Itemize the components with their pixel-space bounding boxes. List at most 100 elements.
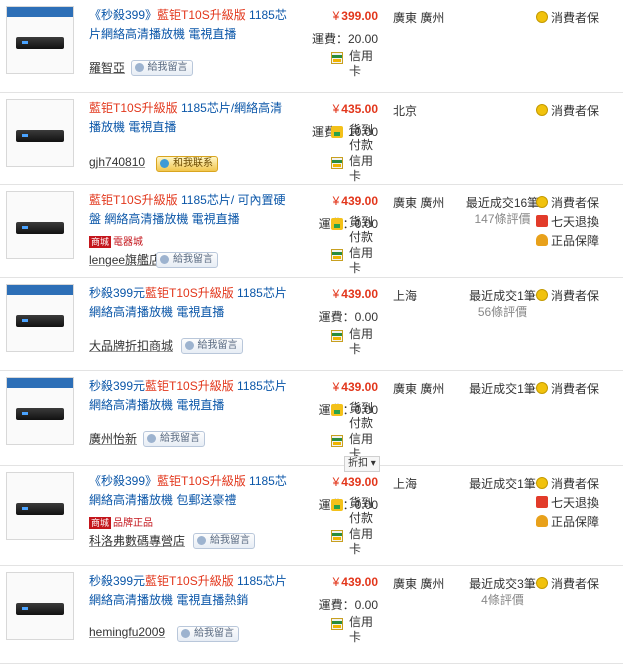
product-thumbnail[interactable] <box>6 377 74 445</box>
consumer-protection: 消費者保 <box>536 9 599 26</box>
price-value: 435.00 <box>341 102 378 116</box>
mall-badge: 商城 電器城 <box>89 233 143 248</box>
recent-sales: 最近成交1筆 <box>469 382 536 396</box>
title-text: 秒殺399元 <box>89 379 146 393</box>
title-highlight: 藍钜T10S升級版 <box>89 101 178 115</box>
credit-card-label: 信用卡 <box>349 327 374 356</box>
media-player-image <box>16 222 64 234</box>
credit-card-icon <box>331 249 343 261</box>
product-thumbnail[interactable] <box>6 6 74 74</box>
product-title-link[interactable]: 秒殺399元藍钜T10S升級版 1185芯片 網絡高清播放機 電視直播 <box>89 377 294 415</box>
thumbnail-banner <box>7 285 73 295</box>
product-title-link[interactable]: 秒殺399元藍钜T10S升級版 1185芯片 網絡高清播放機 電視直播熱銷 <box>89 572 294 610</box>
consumer-protection: 消費者保 <box>536 287 599 304</box>
currency-symbol: ¥ <box>332 102 340 116</box>
currency-symbol: ¥ <box>332 380 340 394</box>
service-label: 消費者保 <box>551 104 600 118</box>
media-player-image <box>16 603 64 615</box>
media-player-image <box>16 315 64 327</box>
leave-message-button[interactable]: 給我留言 <box>143 431 205 447</box>
mall-badge-label: 電器城 <box>113 237 144 248</box>
shipping-fee: 運費：20.00 <box>311 32 378 46</box>
title-highlight: 藍钜T10S升級版 <box>145 574 234 588</box>
contact-me-button[interactable]: 和我联系 <box>156 156 218 172</box>
listing-row: 藍钜T10S升級版 1185芯片/ 可內置硬盤 網絡高清播放機 電視直播商城 電器… <box>0 185 623 278</box>
title-text: 《秒殺399》 <box>89 8 158 22</box>
title-text: 《秒殺399》 <box>89 474 158 488</box>
product-thumbnail[interactable] <box>6 191 74 259</box>
seller-name-link[interactable]: 羅智亞 <box>89 59 125 76</box>
credit-card-label: 信用卡 <box>349 615 374 644</box>
media-player-image <box>16 503 64 515</box>
title-highlight: 藍钜T10S升級版 <box>157 474 246 488</box>
leave-message-button[interactable]: 給我留言 <box>180 338 243 354</box>
review-count-link[interactable]: 56條評價 <box>465 303 540 320</box>
review-count-link[interactable]: 4條評價 <box>465 591 540 608</box>
price-value: 439.00 <box>341 575 378 589</box>
seller-location: 廣東 廣州 <box>393 577 445 591</box>
title-highlight: 藍钜T10S升級版 <box>145 286 234 300</box>
product-thumbnail[interactable] <box>6 572 74 640</box>
cash-on-delivery-label: 貨到付款 <box>349 123 374 152</box>
cash-on-delivery-label: 貨到付款 <box>349 496 374 525</box>
thumbnail-banner <box>7 378 73 388</box>
service-label: 消費者保 <box>551 196 600 210</box>
product-thumbnail[interactable] <box>6 284 74 352</box>
service-label: 消費者保 <box>551 577 600 591</box>
title-text: 秒殺399元 <box>89 574 146 588</box>
service-label: 消費者保 <box>551 382 600 396</box>
consumer-protection: 消費者保 <box>536 575 600 592</box>
leave-message-button[interactable]: 給我留言 <box>177 626 239 642</box>
seller-name-link[interactable]: gjh740810 <box>89 155 145 169</box>
consumer-protection: 消費者保 <box>536 194 600 211</box>
product-title-link[interactable]: 秒殺399元藍钜T10S升級版 1185芯片 網絡高清播放機 電視直播 <box>89 284 294 322</box>
cash-on-delivery-label: 貨到付款 <box>349 401 374 430</box>
leave-message-button[interactable]: 給我留言 <box>130 60 193 76</box>
cash-on-delivery-icon <box>331 126 343 138</box>
product-thumbnail[interactable] <box>6 99 74 167</box>
recent-sales: 最近成交16筆 <box>465 196 540 210</box>
consumer-protection-icon <box>536 382 548 394</box>
price: ¥439.00 <box>306 575 378 589</box>
consumer-protection-icon <box>536 577 548 589</box>
product-title-link[interactable]: 藍钜T10S升級版 1185芯片/網絡高清播放機 電視直播 <box>89 99 294 137</box>
product-title-link[interactable]: 《秒殺399》藍钜T10S升級版 1185芯片網絡高清播放機 電視直播 <box>89 6 294 44</box>
currency-symbol: ¥ <box>332 575 340 589</box>
seller-name-link[interactable]: 廣州怡新 <box>89 430 137 447</box>
recent-sales: 最近成交1筆 <box>469 477 536 491</box>
review-count-link[interactable]: 147條評價 <box>465 210 540 227</box>
service-label: 正品保障 <box>551 515 600 529</box>
title-text: 秒殺399元 <box>89 286 146 300</box>
credit-card-label: 信用卡 <box>349 49 374 78</box>
consumer-protection: 消費者保 <box>536 380 600 397</box>
seller-name-link[interactable]: hemingfu2009 <box>89 625 165 639</box>
seller-name-link[interactable]: lengee旗艦店 <box>89 251 161 268</box>
listing-row: 《秒殺399》藍钜T10S升級版 1185芯片網絡高清播放機 電視直播羅智亞 給我… <box>0 0 623 93</box>
consumer-protection-icon <box>536 11 548 23</box>
seller-location: 廣東 廣州 <box>393 11 445 25</box>
seller-name-link[interactable]: 大品牌折扣商城 <box>89 337 173 354</box>
seller-location: 北京 <box>393 104 418 118</box>
price-value: 439.00 <box>341 194 378 208</box>
shipping-fee: 運費：0.00 <box>318 598 378 612</box>
credit-card-icon <box>331 330 343 342</box>
credit-card-icon <box>331 435 343 447</box>
price: ¥439.00 <box>306 380 378 394</box>
currency-symbol: ¥ <box>332 287 340 301</box>
product-thumbnail[interactable] <box>6 472 74 540</box>
product-title-link[interactable]: 藍钜T10S升級版 1185芯片/ 可內置硬盤 網絡高清播放機 電視直播 <box>89 191 294 229</box>
listing-row: 秒殺399元藍钜T10S升級版 1185芯片 網絡高清播放機 電視直播大品牌折扣… <box>0 278 623 371</box>
seven-day-return: 七天退換 <box>536 213 599 230</box>
seller-name-link[interactable]: 科洛弗數碼專營店 <box>89 532 185 549</box>
listing-row: 《秒殺399》藍钜T10S升級版 1185芯 網絡高清播放機 包郵送豪禮商城 品牌… <box>0 466 623 566</box>
credit-card-icon <box>331 157 343 169</box>
title-highlight: 藍钜T10S升級版 <box>157 8 246 22</box>
product-title-link[interactable]: 《秒殺399》藍钜T10S升級版 1185芯 網絡高清播放機 包郵送豪禮 <box>89 472 294 510</box>
leave-message-button[interactable]: 給我留言 <box>156 252 218 268</box>
seven-day-return-icon <box>536 496 548 508</box>
consumer-protection-icon <box>536 196 548 208</box>
genuine-guarantee-icon <box>536 515 548 527</box>
mall-badge: 商城 品牌正品 <box>89 514 153 529</box>
price-value: 439.00 <box>341 287 378 301</box>
leave-message-button[interactable]: 給我留言 <box>193 533 255 549</box>
